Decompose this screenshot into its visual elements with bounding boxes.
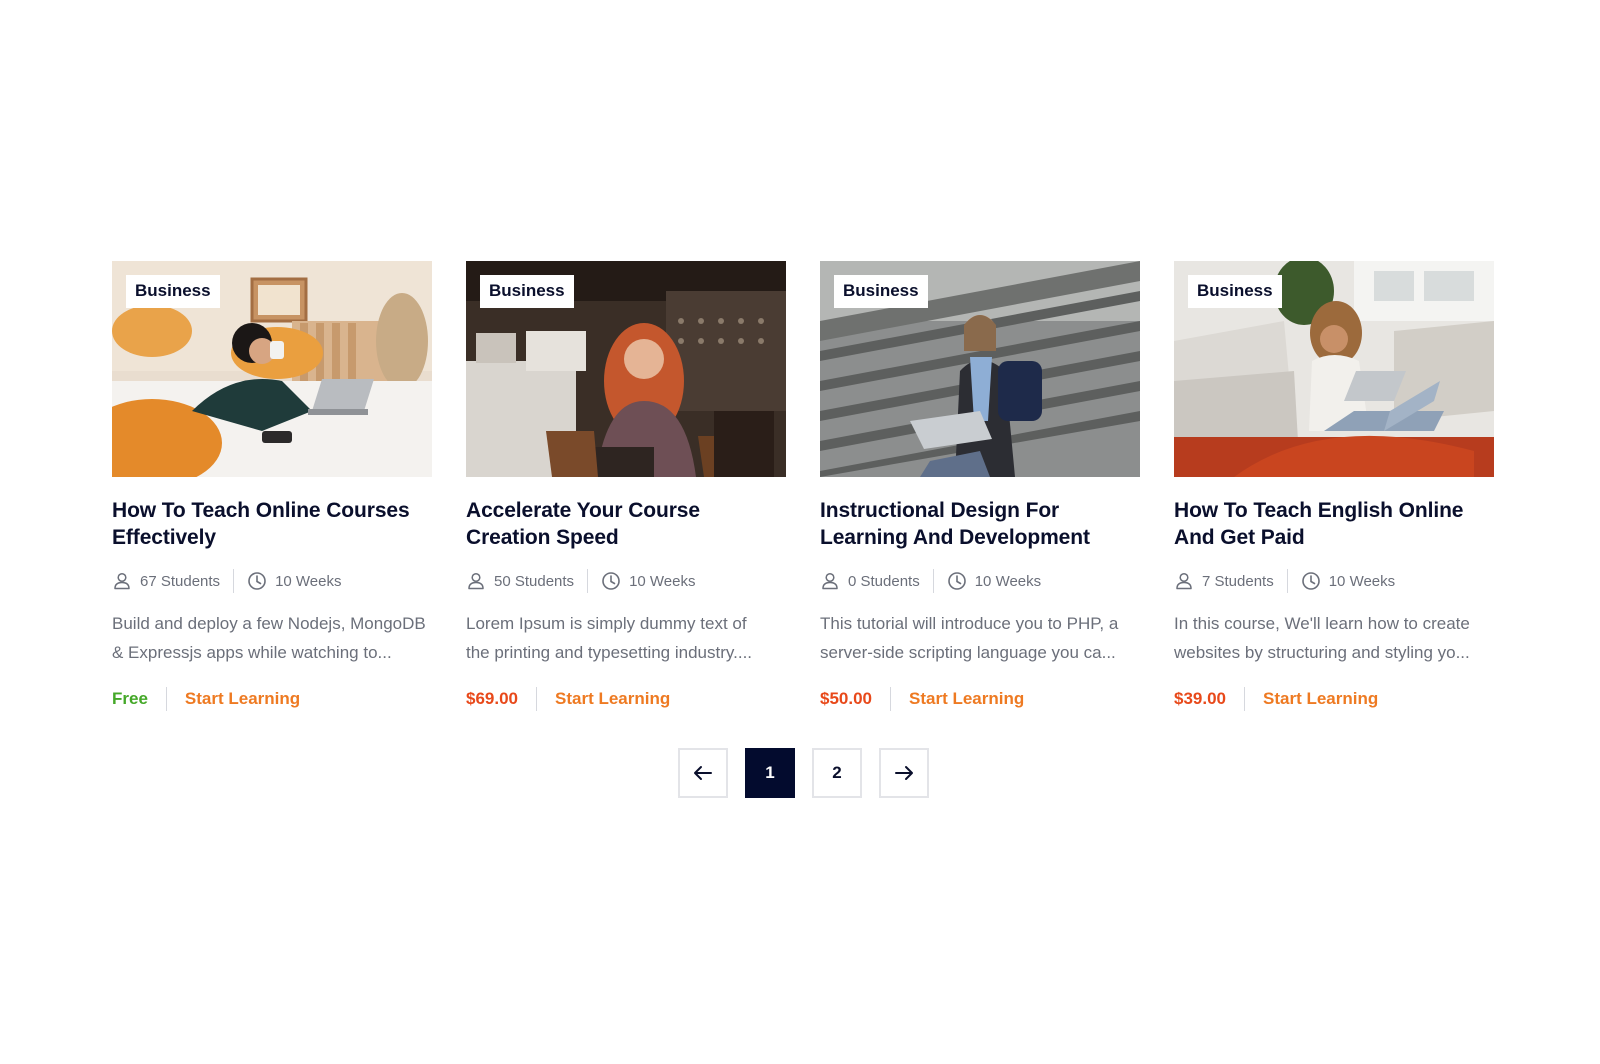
course-footer: $39.00 Start Learning [1174, 687, 1494, 711]
description-line: websites by structuring and styling yo..… [1174, 643, 1470, 662]
course-title-line: Accelerate Your Course [466, 499, 700, 522]
course-meta: 67 Students 10 Weeks [112, 569, 432, 593]
students-label: 67 Students [140, 572, 221, 590]
description-line: In this course, We'll learn how to creat… [1174, 614, 1470, 633]
page-1-button[interactable]: 1 [745, 748, 795, 798]
course-description: This tutorial will introduce you to PHP,… [820, 609, 1140, 667]
duration-label: 10 Weeks [275, 572, 342, 590]
course-footer: $69.00 Start Learning [466, 687, 786, 711]
course-title[interactable]: Instructional Design For Learning And De… [820, 497, 1140, 551]
course-meta: 50 Students 10 Weeks [466, 569, 786, 593]
category-badge[interactable]: Business [480, 275, 574, 308]
start-learning-link[interactable]: Start Learning [1263, 689, 1378, 709]
footer-divider [536, 687, 537, 711]
course-card: Business How To Teach English Online And… [1174, 261, 1494, 711]
course-footer: $50.00 Start Learning [820, 687, 1140, 711]
arrow-left-icon [694, 766, 712, 780]
arrow-right-icon [895, 766, 913, 780]
footer-divider [165, 687, 167, 711]
course-title[interactable]: Accelerate Your Course Creation Speed [466, 497, 786, 551]
prev-page-button[interactable] [678, 748, 728, 798]
description-line: the printing and typesetting industry...… [466, 643, 753, 662]
course-duration: 10 Weeks [1301, 571, 1395, 591]
students-count: 0 Students [820, 571, 920, 591]
description-line: server-side scripting language you ca... [820, 643, 1116, 662]
description-line: & Expressjs apps while watching to... [112, 643, 392, 662]
course-description: Build and deploy a few Nodejs, MongoDB &… [112, 609, 432, 667]
course-thumbnail[interactable]: Business [820, 261, 1140, 477]
students-count: 67 Students [112, 571, 220, 591]
user-icon [822, 572, 838, 590]
students-label: 7 Students [1202, 572, 1274, 590]
duration-label: 10 Weeks [629, 572, 696, 590]
course-description: In this course, We'll learn how to creat… [1174, 609, 1494, 667]
meta-divider [587, 569, 589, 593]
start-learning-link[interactable]: Start Learning [185, 689, 300, 709]
category-badge[interactable]: Business [1188, 275, 1282, 308]
course-title-line: And Get Paid [1174, 526, 1305, 549]
footer-divider [890, 687, 891, 711]
category-badge[interactable]: Business [834, 275, 928, 308]
next-page-button[interactable] [879, 748, 929, 798]
course-price: $39.00 [1174, 689, 1226, 708]
course-duration: 10 Weeks [247, 571, 342, 591]
meta-divider [932, 569, 934, 593]
course-card: Business How To Teach Online Courses Eff… [112, 261, 432, 711]
course-title-line: Effectively [112, 526, 216, 549]
students-count: 50 Students [466, 571, 574, 591]
course-card: Business Instructional Design For Learni… [820, 261, 1140, 711]
course-meta: 7 Students 10 Weeks [1174, 569, 1494, 593]
clock-icon [947, 572, 966, 590]
start-learning-link[interactable]: Start Learning [909, 689, 1024, 709]
course-title-line: How To Teach English Online [1174, 499, 1464, 522]
course-price: $69.00 [466, 689, 518, 708]
course-grid: Business How To Teach Online Courses Eff… [112, 261, 1494, 711]
students-label: 50 Students [494, 572, 575, 590]
students-label: 0 Students [848, 572, 920, 590]
footer-divider [1244, 687, 1245, 711]
course-thumbnail[interactable]: Business [1174, 261, 1494, 477]
description-line: Build and deploy a few Nodejs, MongoDB [112, 614, 426, 633]
duration-label: 10 Weeks [1328, 572, 1396, 590]
page-2-button[interactable]: 2 [812, 748, 862, 798]
duration-label: 10 Weeks [974, 572, 1042, 590]
course-thumbnail[interactable]: Business [466, 261, 786, 477]
course-title-line: Learning And Development [820, 526, 1090, 549]
clock-icon [602, 572, 620, 590]
clock-icon [1301, 572, 1320, 590]
course-card: Business Accelerate Your Course Creation… [466, 261, 786, 711]
course-title-line: Instructional Design For [820, 499, 1060, 522]
meta-divider [233, 569, 235, 593]
course-title-line: Creation Speed [466, 526, 619, 549]
course-price: Free [112, 689, 148, 708]
user-icon [1176, 572, 1192, 590]
course-title[interactable]: How To Teach English Online And Get Paid [1174, 497, 1494, 551]
pagination: 1 2 [678, 748, 929, 798]
students-count: 7 Students [1174, 571, 1274, 591]
course-title[interactable]: How To Teach Online Courses Effectively [112, 497, 432, 551]
course-thumbnail[interactable]: Business [112, 261, 432, 477]
description-line: Lorem Ipsum is simply dummy text of [466, 614, 747, 633]
course-title-line: How To Teach Online Courses [112, 499, 410, 522]
course-description: Lorem Ipsum is simply dummy text of the … [466, 609, 786, 667]
course-price: $50.00 [820, 689, 872, 708]
start-learning-link[interactable]: Start Learning [555, 689, 670, 709]
course-footer: Free Start Learning [112, 687, 432, 711]
user-icon [468, 572, 484, 590]
category-badge[interactable]: Business [126, 275, 220, 308]
clock-icon [248, 572, 266, 590]
meta-divider [1286, 569, 1288, 593]
course-duration: 10 Weeks [947, 571, 1041, 591]
user-icon [114, 572, 130, 590]
course-duration: 10 Weeks [601, 571, 696, 591]
course-meta: 0 Students 10 Weeks [820, 569, 1140, 593]
description-line: This tutorial will introduce you to PHP,… [820, 614, 1119, 633]
